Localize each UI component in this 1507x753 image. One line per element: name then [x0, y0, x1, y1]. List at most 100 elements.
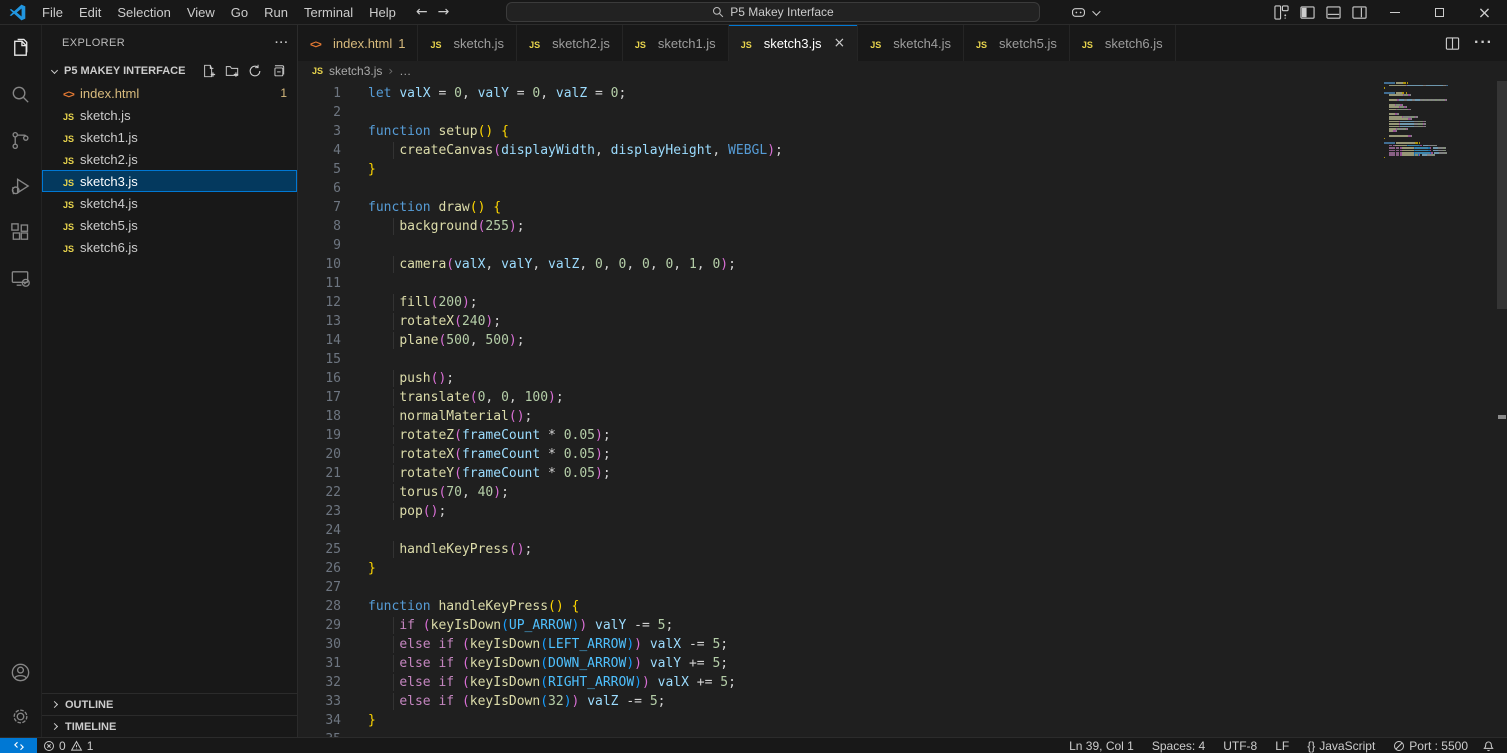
- code-line-33[interactable]: 33 else if (keyIsDown(32)) valZ -= 5;: [298, 692, 1507, 711]
- extensions-icon[interactable]: [0, 209, 42, 255]
- code-line-17[interactable]: 17 translate(0, 0, 100);: [298, 388, 1507, 407]
- status-indentation[interactable]: Spaces: 4: [1145, 738, 1212, 753]
- code-line-20[interactable]: 20 rotateX(frameCount * 0.05);: [298, 445, 1507, 464]
- code-line-2[interactable]: 2: [298, 103, 1507, 122]
- code-line-10[interactable]: 10 camera(valX, valY, valZ, 0, 0, 0, 0, …: [298, 255, 1507, 274]
- toggle-panel-button[interactable]: [1320, 0, 1346, 25]
- toggle-primary-sidebar-button[interactable]: [1294, 0, 1320, 25]
- tab-sketch5.js[interactable]: JSsketch5.js: [964, 25, 1070, 61]
- code-line-16[interactable]: 16 push();: [298, 369, 1507, 388]
- code-line-13[interactable]: 13 rotateX(240);: [298, 312, 1507, 331]
- customize-layout-button[interactable]: [1268, 0, 1294, 25]
- code-line-4[interactable]: 4 createCanvas(displayWidth, displayHeig…: [298, 141, 1507, 160]
- code-line-15[interactable]: 15: [298, 350, 1507, 369]
- minimap[interactable]: [1384, 81, 1448, 161]
- code-line-12[interactable]: 12 fill(200);: [298, 293, 1507, 312]
- tab-sketch2.js[interactable]: JSsketch2.js: [517, 25, 623, 61]
- close-window-button[interactable]: ×: [1462, 0, 1507, 25]
- nav-back-icon[interactable]: ←: [416, 4, 428, 20]
- menu-edit[interactable]: Edit: [71, 3, 109, 22]
- code-line-9[interactable]: 9: [298, 236, 1507, 255]
- remote-explorer-icon[interactable]: [0, 255, 42, 301]
- run-debug-icon[interactable]: [0, 163, 42, 209]
- explorer-icon[interactable]: [0, 25, 42, 71]
- code-line-5[interactable]: 5}: [298, 160, 1507, 179]
- status-encoding[interactable]: UTF-8: [1216, 738, 1264, 753]
- code-line-27[interactable]: 27: [298, 578, 1507, 597]
- code-line-1[interactable]: 1let valX = 0, valY = 0, valZ = 0;: [298, 84, 1507, 103]
- code-line-8[interactable]: 8 background(255);: [298, 217, 1507, 236]
- status-eol[interactable]: LF: [1268, 738, 1296, 753]
- close-tab-icon[interactable]: ×: [834, 35, 846, 51]
- code-line-29[interactable]: 29 if (keyIsDown(UP_ARROW)) valY -= 5;: [298, 616, 1507, 635]
- breadcrumb-symbol[interactable]: …: [399, 64, 411, 78]
- tab-sketch.js[interactable]: JSsketch.js: [418, 25, 517, 61]
- code-line-22[interactable]: 22 torus(70, 40);: [298, 483, 1507, 502]
- command-center-search[interactable]: P5 Makey Interface: [506, 2, 1040, 22]
- file-row-index.html[interactable]: <>index.html1: [42, 82, 297, 104]
- source-control-icon[interactable]: [0, 117, 42, 163]
- file-row-sketch2.js[interactable]: JSsketch2.js: [42, 148, 297, 170]
- editor-more-actions[interactable]: ···: [1474, 34, 1493, 52]
- code-line-19[interactable]: 19 rotateZ(frameCount * 0.05);: [298, 426, 1507, 445]
- code-line-14[interactable]: 14 plane(500, 500);: [298, 331, 1507, 350]
- tab-index.html[interactable]: <>index.html1: [298, 25, 418, 61]
- workspace-folder-row[interactable]: P5 MAKEY INTERFACE: [42, 60, 297, 82]
- remote-indicator[interactable]: [0, 738, 37, 753]
- file-row-sketch1.js[interactable]: JSsketch1.js: [42, 126, 297, 148]
- code-line-28[interactable]: 28function handleKeyPress() {: [298, 597, 1507, 616]
- menu-selection[interactable]: Selection: [109, 3, 178, 22]
- file-row-sketch4.js[interactable]: JSsketch4.js: [42, 192, 297, 214]
- code-line-6[interactable]: 6: [298, 179, 1507, 198]
- code-line-11[interactable]: 11: [298, 274, 1507, 293]
- code-line-21[interactable]: 21 rotateY(frameCount * 0.05);: [298, 464, 1507, 483]
- tab-sketch6.js[interactable]: JSsketch6.js: [1070, 25, 1176, 61]
- nav-forward-icon[interactable]: →: [438, 4, 450, 20]
- code-line-3[interactable]: 3function setup() {: [298, 122, 1507, 141]
- status-cursor-position[interactable]: Ln 39, Col 1: [1062, 738, 1141, 753]
- tab-sketch4.js[interactable]: JSsketch4.js: [858, 25, 964, 61]
- code-line-26[interactable]: 26}: [298, 559, 1507, 578]
- menu-help[interactable]: Help: [361, 3, 404, 22]
- account-icon[interactable]: [0, 649, 42, 695]
- refresh-icon[interactable]: [248, 64, 262, 78]
- breadcrumb-file[interactable]: sketch3.js: [329, 64, 382, 78]
- file-row-sketch6.js[interactable]: JSsketch6.js: [42, 236, 297, 258]
- search-view-icon[interactable]: [0, 71, 42, 117]
- settings-gear-icon[interactable]: [0, 695, 42, 737]
- file-row-sketch5.js[interactable]: JSsketch5.js: [42, 214, 297, 236]
- status-port[interactable]: Port : 5500: [1386, 738, 1475, 753]
- new-file-icon[interactable]: [202, 64, 216, 78]
- code-line-7[interactable]: 7function draw() {: [298, 198, 1507, 217]
- menu-file[interactable]: File: [34, 3, 71, 22]
- file-row-sketch.js[interactable]: JSsketch.js: [42, 104, 297, 126]
- new-folder-icon[interactable]: [225, 64, 239, 78]
- code-line-25[interactable]: 25 handleKeyPress();: [298, 540, 1507, 559]
- code-line-32[interactable]: 32 else if (keyIsDown(RIGHT_ARROW)) valX…: [298, 673, 1507, 692]
- split-editor-icon[interactable]: [1445, 36, 1460, 51]
- code-line-35[interactable]: 35: [298, 730, 1507, 737]
- collapse-folders-icon[interactable]: [271, 64, 285, 78]
- menu-view[interactable]: View: [179, 3, 223, 22]
- toggle-secondary-sidebar-button[interactable]: [1346, 0, 1372, 25]
- menu-terminal[interactable]: Terminal: [296, 3, 361, 22]
- minimize-button[interactable]: [1372, 0, 1417, 25]
- menu-go[interactable]: Go: [223, 3, 256, 22]
- copilot-menu[interactable]: [1070, 4, 1098, 21]
- section-timeline[interactable]: TIMELINE: [42, 715, 297, 737]
- code-editor[interactable]: 1let valX = 0, valY = 0, valZ = 0;23func…: [298, 81, 1507, 737]
- notifications-bell[interactable]: [1475, 738, 1507, 753]
- file-row-sketch3.js[interactable]: JSsketch3.js: [42, 170, 297, 192]
- vertical-scrollbar[interactable]: [1497, 81, 1507, 309]
- code-line-34[interactable]: 34}: [298, 711, 1507, 730]
- tab-sketch3.js[interactable]: JSsketch3.js×: [729, 25, 859, 61]
- maximize-button[interactable]: [1417, 0, 1462, 25]
- code-line-18[interactable]: 18 normalMaterial();: [298, 407, 1507, 426]
- code-line-24[interactable]: 24: [298, 521, 1507, 540]
- problems-indicator[interactable]: 0 1: [37, 739, 99, 753]
- menu-run[interactable]: Run: [256, 3, 296, 22]
- code-line-31[interactable]: 31 else if (keyIsDown(DOWN_ARROW)) valY …: [298, 654, 1507, 673]
- tab-sketch1.js[interactable]: JSsketch1.js: [623, 25, 729, 61]
- section-outline[interactable]: OUTLINE: [42, 693, 297, 715]
- explorer-more-actions[interactable]: ···: [275, 37, 289, 49]
